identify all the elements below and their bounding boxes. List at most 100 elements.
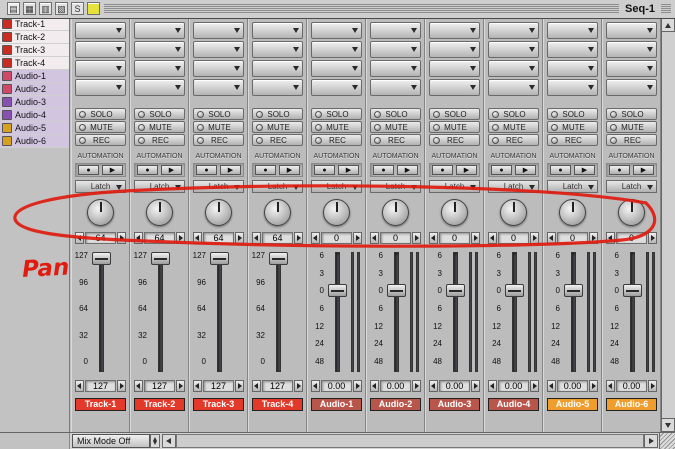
routing-popup[interactable]	[134, 60, 185, 77]
routing-popup[interactable]	[429, 41, 480, 58]
fader-handle[interactable]	[623, 284, 642, 297]
routing-popup[interactable]	[370, 22, 421, 39]
rec-button[interactable]: REC	[606, 134, 657, 146]
routing-popup[interactable]	[429, 60, 480, 77]
pan-knob[interactable]	[205, 199, 232, 226]
mix-mode-popup[interactable]: Mix Mode Off	[72, 434, 150, 448]
routing-popup[interactable]	[606, 79, 657, 96]
routing-popup[interactable]	[429, 79, 480, 96]
level-decrement-button[interactable]	[606, 380, 615, 392]
routing-popup[interactable]	[75, 41, 126, 58]
pan-knob[interactable]	[500, 199, 527, 226]
pan-knob[interactable]	[87, 199, 114, 226]
mute-button[interactable]: MUTE	[252, 121, 303, 133]
routing-popup[interactable]	[488, 79, 539, 96]
pan-increment-button[interactable]	[117, 232, 126, 244]
rec-button[interactable]: REC	[193, 134, 244, 146]
automation-write-button[interactable]: ●	[491, 165, 512, 175]
vertical-scrollbar[interactable]	[661, 18, 675, 432]
solo-button[interactable]: SOLO	[606, 108, 657, 120]
level-decrement-button[interactable]	[547, 380, 556, 392]
pan-knob[interactable]	[323, 199, 350, 226]
routing-popup[interactable]	[429, 22, 480, 39]
solo-button[interactable]: SOLO	[488, 108, 539, 120]
mute-button[interactable]: MUTE	[429, 121, 480, 133]
automation-play-button[interactable]: ▶	[397, 165, 418, 175]
pan-knob[interactable]	[382, 199, 409, 226]
routing-popup[interactable]	[134, 22, 185, 39]
solo-button[interactable]: SOLO	[370, 108, 421, 120]
automation-write-button[interactable]: ●	[137, 165, 158, 175]
sidebar-item-audio-3[interactable]: Audio-3	[0, 96, 69, 109]
routing-popup[interactable]	[75, 79, 126, 96]
rec-button[interactable]: REC	[547, 134, 598, 146]
sidebar-item-audio-1[interactable]: Audio-1	[0, 70, 69, 83]
automation-write-button[interactable]: ●	[550, 165, 571, 175]
routing-popup[interactable]	[134, 41, 185, 58]
pan-decrement-button[interactable]	[75, 232, 84, 244]
solo-button[interactable]: SOLO	[547, 108, 598, 120]
mix-mode-stepper[interactable]	[150, 434, 160, 448]
automation-mode-popup[interactable]: Latch	[311, 180, 362, 193]
solo-button[interactable]: SOLO	[193, 108, 244, 120]
routing-popup[interactable]	[252, 22, 303, 39]
rec-button[interactable]: REC	[252, 134, 303, 146]
fader-handle[interactable]	[151, 252, 170, 265]
level-decrement-button[interactable]	[252, 380, 261, 392]
routing-popup[interactable]	[311, 79, 362, 96]
pan-increment-button[interactable]	[353, 232, 362, 244]
sidebar-item-track-2[interactable]: Track-2	[0, 31, 69, 44]
rec-button[interactable]: REC	[134, 134, 185, 146]
pan-increment-button[interactable]	[648, 232, 657, 244]
automation-mode-popup[interactable]: Latch	[193, 180, 244, 193]
routing-popup[interactable]	[547, 22, 598, 39]
automation-play-button[interactable]: ▶	[574, 165, 595, 175]
scroll-left-button[interactable]	[162, 434, 176, 448]
level-decrement-button[interactable]	[311, 380, 320, 392]
sidebar-item-track-1[interactable]: Track-1	[0, 18, 69, 31]
routing-popup[interactable]	[252, 41, 303, 58]
routing-popup[interactable]	[488, 22, 539, 39]
mute-button[interactable]: MUTE	[75, 121, 126, 133]
fader-handle[interactable]	[92, 252, 111, 265]
pan-increment-button[interactable]	[589, 232, 598, 244]
automation-mode-popup[interactable]: Latch	[252, 180, 303, 193]
routing-popup[interactable]	[547, 79, 598, 96]
pan-increment-button[interactable]	[235, 232, 244, 244]
pan-decrement-button[interactable]	[606, 232, 615, 244]
routing-popup[interactable]	[193, 60, 244, 77]
automation-mode-popup[interactable]: Latch	[429, 180, 480, 193]
pan-decrement-button[interactable]	[429, 232, 438, 244]
sidebar-item-audio-5[interactable]: Audio-5	[0, 122, 69, 135]
routing-popup[interactable]	[547, 41, 598, 58]
pan-decrement-button[interactable]	[193, 232, 202, 244]
automation-play-button[interactable]: ▶	[338, 165, 359, 175]
routing-popup[interactable]	[606, 22, 657, 39]
automation-play-button[interactable]: ▶	[456, 165, 477, 175]
fader-handle[interactable]	[505, 284, 524, 297]
routing-popup[interactable]	[488, 60, 539, 77]
rec-button[interactable]: REC	[75, 134, 126, 146]
level-increment-button[interactable]	[412, 380, 421, 392]
pan-decrement-button[interactable]	[547, 232, 556, 244]
routing-popup[interactable]	[193, 79, 244, 96]
pan-knob[interactable]	[559, 199, 586, 226]
fader-handle[interactable]	[210, 252, 229, 265]
level-decrement-button[interactable]	[75, 380, 84, 392]
solo-button[interactable]: SOLO	[134, 108, 185, 120]
pan-increment-button[interactable]	[176, 232, 185, 244]
mute-button[interactable]: MUTE	[370, 121, 421, 133]
fader-handle[interactable]	[328, 284, 347, 297]
scroll-down-button[interactable]	[661, 418, 675, 432]
sidebar-item-audio-4[interactable]: Audio-4	[0, 109, 69, 122]
routing-popup[interactable]	[370, 79, 421, 96]
automation-play-button[interactable]: ▶	[161, 165, 182, 175]
level-increment-button[interactable]	[471, 380, 480, 392]
horizontal-scrollbar-track[interactable]	[176, 434, 644, 448]
level-decrement-button[interactable]	[193, 380, 202, 392]
automation-write-button[interactable]: ●	[314, 165, 335, 175]
pan-knob[interactable]	[618, 199, 645, 226]
automation-mode-popup[interactable]: Latch	[370, 180, 421, 193]
window-icon[interactable]: ▦	[23, 2, 36, 15]
routing-popup[interactable]	[547, 60, 598, 77]
